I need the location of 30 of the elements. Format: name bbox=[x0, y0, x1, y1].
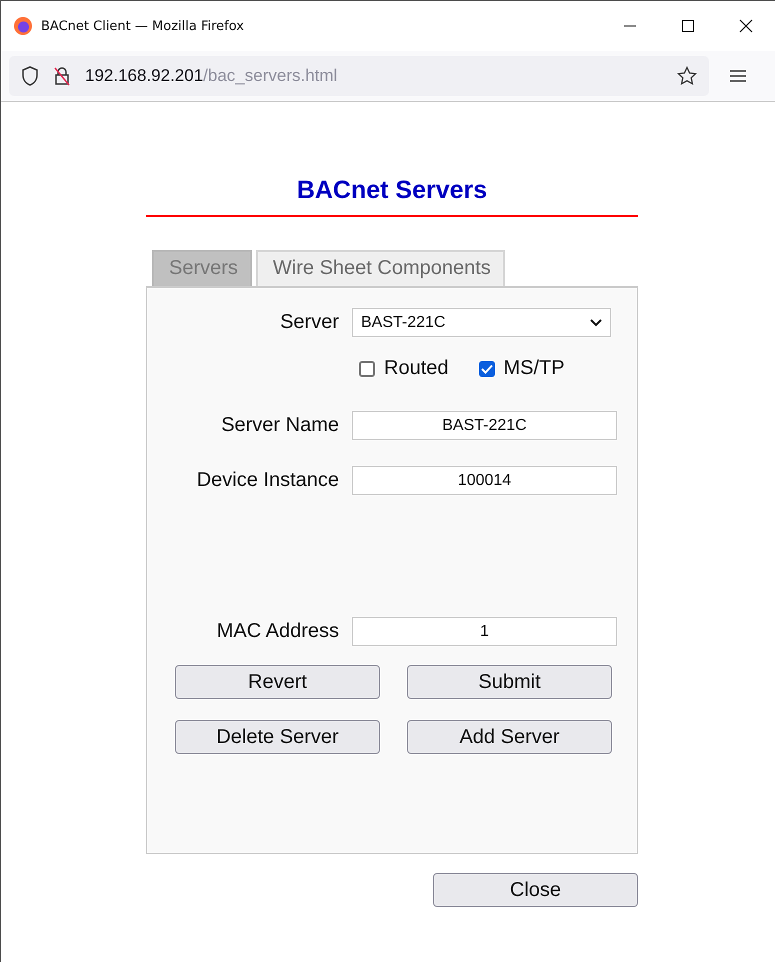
server-dropdown[interactable]: BAST-221C bbox=[352, 308, 611, 337]
checkbox-label: Routed bbox=[384, 357, 448, 380]
maximize-icon[interactable] bbox=[681, 19, 695, 33]
form-button[interactable]: Delete Server bbox=[175, 720, 380, 754]
checkbox-label: MS/TP bbox=[504, 357, 565, 380]
input-field[interactable]: BAST-221C bbox=[352, 411, 617, 440]
field-label: Device Instance bbox=[196, 469, 339, 492]
window-title: BACnet Client — Mozilla Firefox bbox=[41, 18, 245, 34]
tab[interactable]: Wire Sheet Components bbox=[256, 250, 505, 286]
browser-logo-icon bbox=[13, 16, 33, 36]
form-button[interactable]: Add Server bbox=[407, 720, 612, 754]
close-dialog-button[interactable]: Close bbox=[433, 873, 638, 907]
page-heading: BACnet Servers bbox=[296, 176, 488, 205]
input-field[interactable]: 1 bbox=[352, 617, 617, 646]
star-icon[interactable] bbox=[677, 66, 697, 86]
field-label: Server bbox=[279, 311, 339, 334]
input-field[interactable]: 100014 bbox=[352, 466, 617, 495]
shield-icon bbox=[21, 66, 39, 86]
insecure-lock-icon bbox=[53, 66, 71, 86]
checkbox[interactable] bbox=[478, 360, 494, 376]
form-button[interactable]: Submit bbox=[407, 665, 612, 699]
url-text: 192.168.92.201/bac_servers.html bbox=[85, 66, 338, 86]
form-button[interactable]: Revert bbox=[175, 665, 380, 699]
chevron-icon bbox=[590, 318, 602, 326]
menu-icon[interactable] bbox=[730, 69, 746, 83]
field-label: MAC Address bbox=[216, 620, 339, 643]
close-icon[interactable] bbox=[739, 19, 753, 33]
address-bar[interactable]: 192.168.92.201/bac_servers.html bbox=[9, 56, 709, 96]
checkbox[interactable] bbox=[359, 360, 375, 376]
field-label: Server Name bbox=[220, 414, 339, 437]
